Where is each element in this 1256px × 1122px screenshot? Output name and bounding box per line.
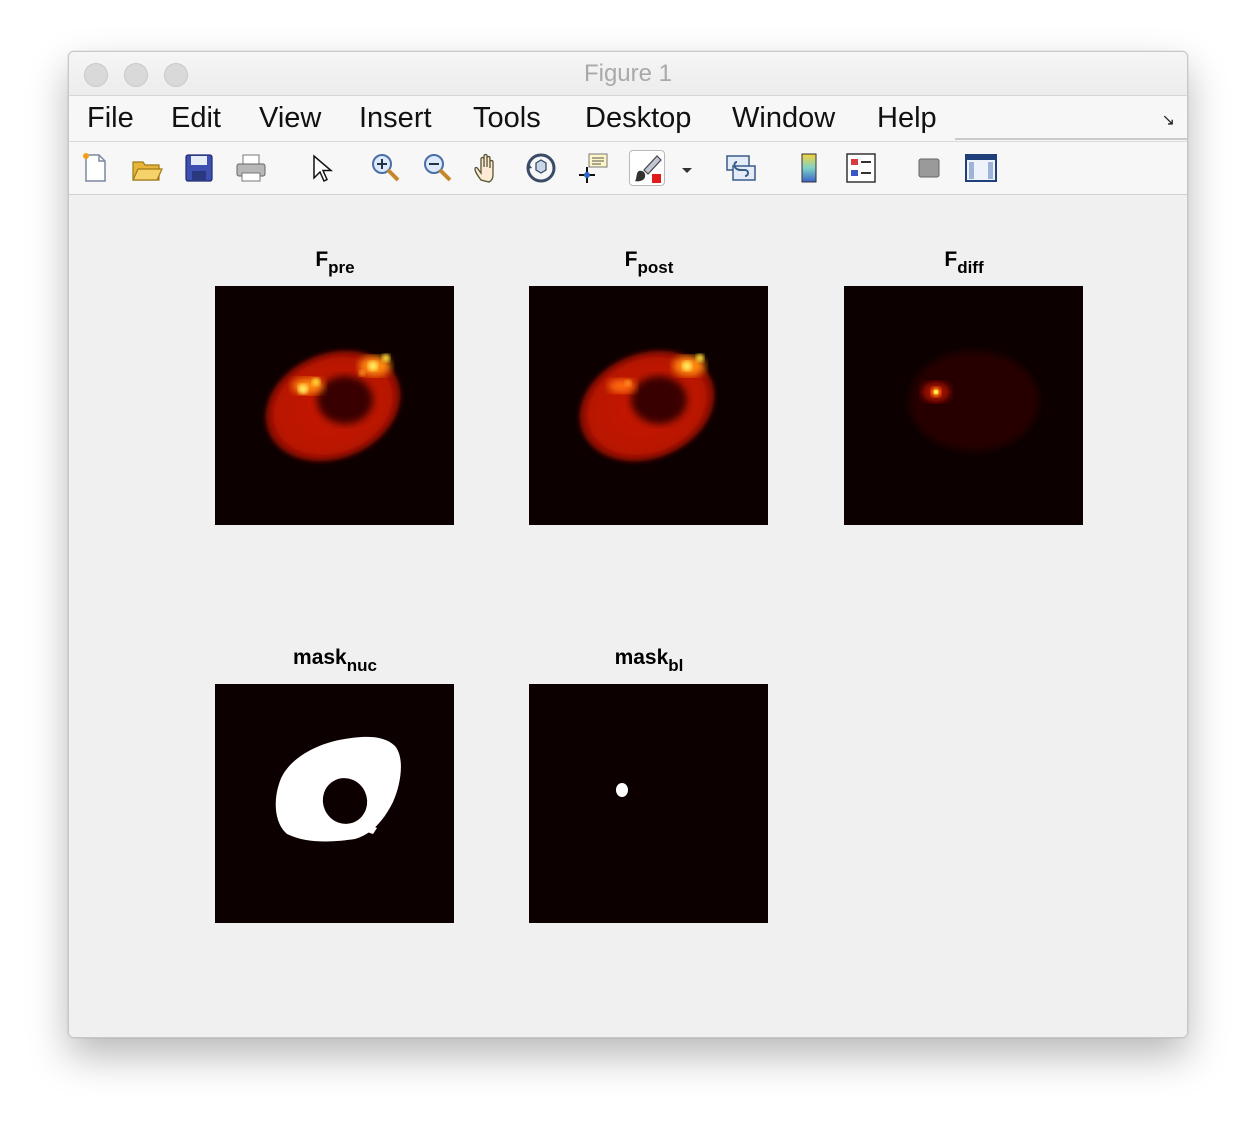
brush-icon[interactable] [629,150,665,186]
open-file-icon[interactable] [129,150,165,186]
legend-icon[interactable] [843,150,879,186]
brush-dropdown-icon[interactable] [679,162,695,178]
axes-title-mask-bl: maskbl [614,646,684,675]
pointer-icon[interactable] [303,150,339,186]
menu-bar: File Edit View Insert Tools Desktop Wind… [69,96,1187,142]
print-icon[interactable] [233,150,269,186]
image-mask-nuc[interactable] [215,684,454,923]
axes-title-f-diff: Fdiff [944,248,984,277]
menu-edit[interactable]: Edit [171,102,221,135]
new-figure-icon[interactable] [77,150,113,186]
figure-window: Figure 1 File Edit View Insert Tools Des… [68,51,1188,1038]
axes-title-f-pre: Fpre [315,248,355,277]
menu-view[interactable]: View [259,102,321,135]
menu-help[interactable]: Help [877,102,937,135]
menu-divider [955,138,1187,140]
axes-title-mask-nuc: masknuc [293,646,377,675]
rotate-3d-icon[interactable] [523,150,559,186]
dock-figure-icon[interactable]: ↘ [1162,110,1175,130]
menu-tools[interactable]: Tools [473,102,541,135]
image-f-diff[interactable] [844,286,1083,525]
figure-canvas: Fpre Fpost Fdiff masknuc maskbl [69,196,1187,1037]
window-title: Figure 1 [583,60,673,87]
axes-title-f-post: Fpost [624,248,674,277]
image-f-pre[interactable] [215,286,454,525]
link-plot-icon[interactable] [723,150,759,186]
data-cursor-icon[interactable] [575,150,611,186]
figure-toolbar [69,142,1187,195]
image-f-post[interactable] [529,286,768,525]
zoom-out-icon[interactable] [419,150,455,186]
title-bar: Figure 1 [69,52,1187,96]
hide-plot-tools-icon[interactable] [911,150,947,186]
menu-window[interactable]: Window [732,102,835,135]
show-plot-tools-icon[interactable] [963,150,999,186]
colorbar-icon[interactable] [791,150,827,186]
menu-desktop[interactable]: Desktop [585,102,691,135]
image-mask-bl[interactable] [529,684,768,923]
zoom-in-icon[interactable] [367,150,403,186]
save-icon[interactable] [181,150,217,186]
pan-icon[interactable] [471,150,507,186]
menu-file[interactable]: File [87,102,134,135]
menu-insert[interactable]: Insert [359,102,432,135]
